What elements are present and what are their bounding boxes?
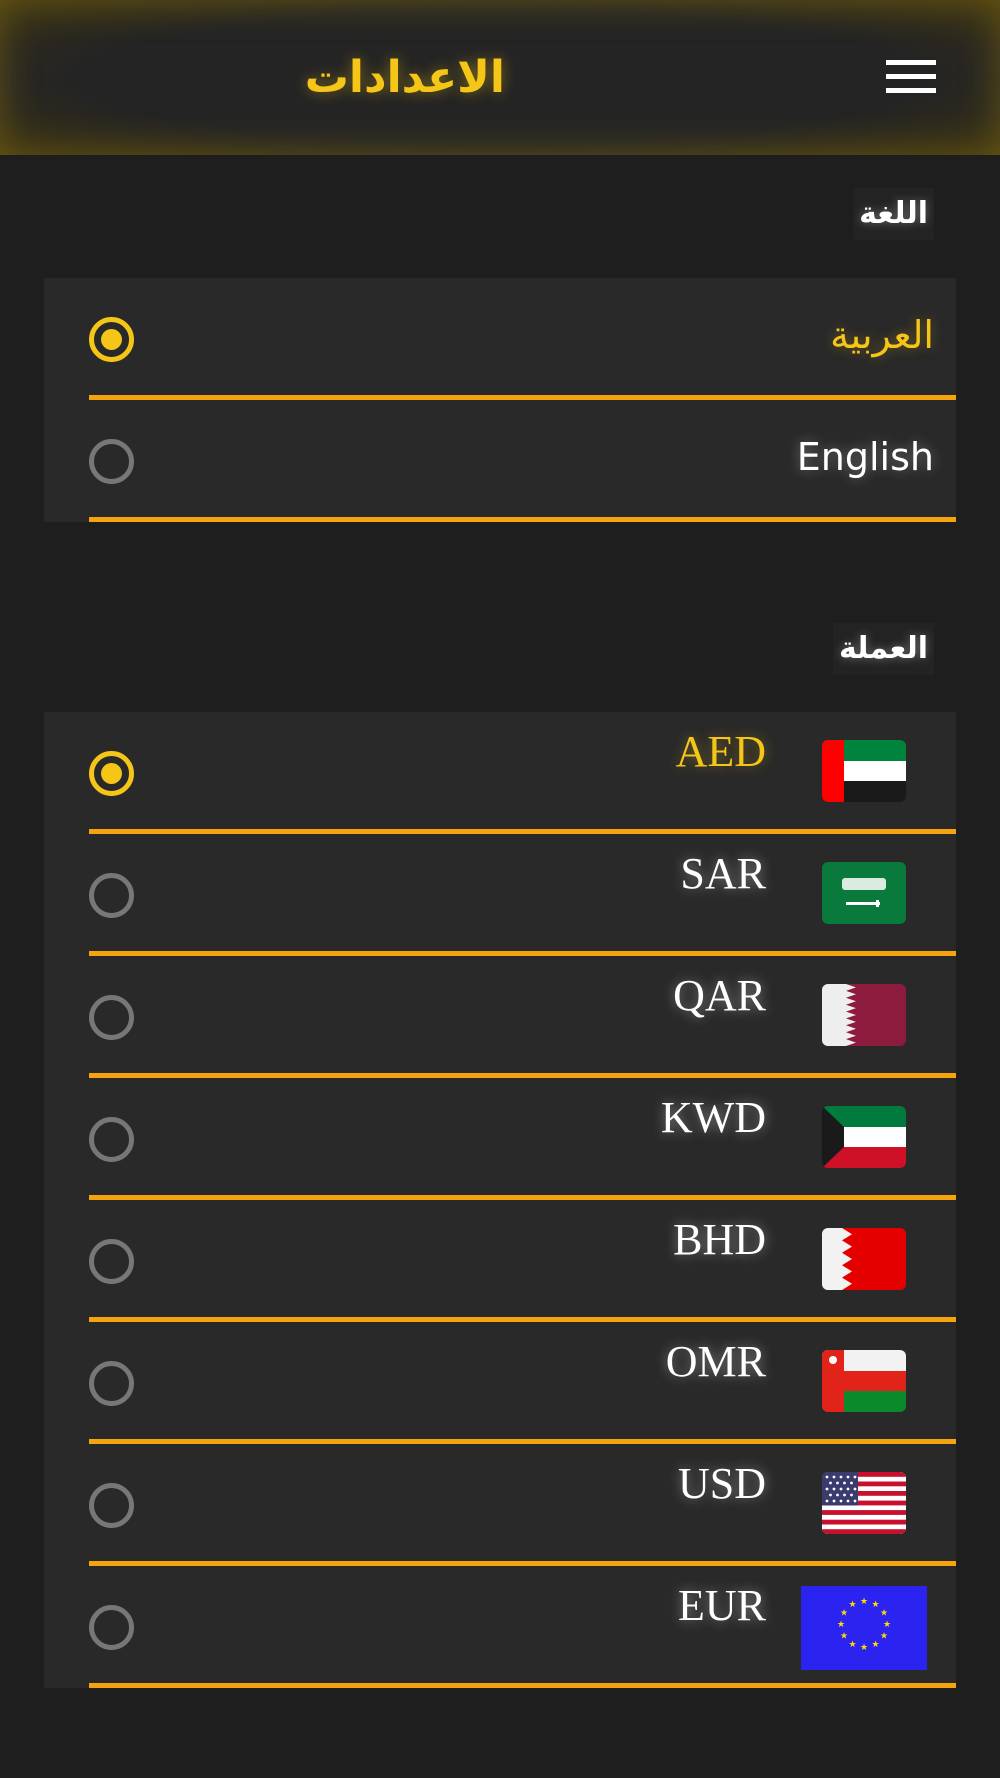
currency-code: BHD: [673, 1215, 766, 1264]
uae-flag-icon: [822, 740, 906, 802]
svg-text:★: ★: [880, 1632, 888, 1642]
language-option-arabic[interactable]: العربية: [44, 278, 956, 400]
currency-code: EUR: [678, 1581, 766, 1630]
currency-option-usd[interactable]: USD: [44, 1444, 956, 1566]
radio-unselected-icon[interactable]: [89, 873, 134, 918]
radio-selected-icon[interactable]: [89, 751, 134, 796]
language-option-label: English: [796, 435, 934, 479]
svg-text:★: ★: [840, 1609, 848, 1619]
radio-unselected-icon[interactable]: [89, 1361, 134, 1406]
svg-text:★: ★: [871, 1640, 879, 1650]
radio-unselected-icon[interactable]: [89, 439, 134, 484]
currency-code: QAR: [673, 971, 766, 1020]
svg-text:★: ★: [860, 1643, 868, 1653]
eu-flag-icon: ★ ★ ★ ★ ★ ★ ★ ★ ★ ★ ★ ★: [801, 1586, 927, 1670]
divider: [89, 517, 956, 522]
kuwait-flag-icon: [822, 1106, 906, 1168]
currency-code: USD: [677, 1459, 766, 1508]
currency-list: AED SAR QAR KWD BHD OMR USD EUR ★ ★ ★ ★ …: [44, 712, 956, 1688]
currency-section-label: العملة: [832, 623, 934, 675]
hamburger-menu-icon[interactable]: [886, 58, 936, 96]
radio-unselected-icon[interactable]: [89, 1239, 134, 1284]
currency-option-eur[interactable]: EUR ★ ★ ★ ★ ★ ★ ★ ★ ★ ★ ★ ★: [44, 1566, 956, 1688]
language-section-label: اللغة: [853, 188, 934, 240]
language-option-label: العربية: [830, 313, 934, 357]
bahrain-flag-icon: [822, 1228, 906, 1290]
radio-unselected-icon[interactable]: [89, 1605, 134, 1650]
oman-flag-icon: [822, 1350, 906, 1412]
qatar-flag-icon: [822, 984, 906, 1046]
radio-unselected-icon[interactable]: [89, 1483, 134, 1528]
currency-option-sar[interactable]: SAR: [44, 834, 956, 956]
currency-option-aed[interactable]: AED: [44, 712, 956, 834]
svg-text:★: ★: [837, 1620, 845, 1630]
saudi-flag-icon: [822, 862, 906, 924]
svg-text:★: ★: [840, 1632, 848, 1642]
svg-text:★: ★: [860, 1597, 868, 1607]
currency-code: OMR: [665, 1337, 766, 1386]
language-list: العربية English: [44, 278, 956, 522]
divider: [89, 1683, 956, 1688]
svg-text:★: ★: [848, 1600, 856, 1610]
svg-text:★: ★: [883, 1620, 891, 1630]
radio-unselected-icon[interactable]: [89, 995, 134, 1040]
page-title: الاعدادات: [304, 52, 505, 103]
usa-flag-icon: [822, 1472, 906, 1534]
svg-text:★: ★: [848, 1640, 856, 1650]
radio-selected-icon[interactable]: [89, 317, 134, 362]
language-option-english[interactable]: English: [44, 400, 956, 522]
currency-code: SAR: [680, 849, 766, 898]
svg-text:★: ★: [880, 1609, 888, 1619]
app-header: الاعدادات: [0, 0, 1000, 155]
currency-code: KWD: [660, 1093, 766, 1142]
currency-option-kwd[interactable]: KWD: [44, 1078, 956, 1200]
currency-option-qar[interactable]: QAR: [44, 956, 956, 1078]
currency-option-bhd[interactable]: BHD: [44, 1200, 956, 1322]
currency-code: AED: [675, 727, 766, 776]
radio-unselected-icon[interactable]: [89, 1117, 134, 1162]
currency-option-omr[interactable]: OMR: [44, 1322, 956, 1444]
svg-text:★: ★: [871, 1600, 879, 1610]
